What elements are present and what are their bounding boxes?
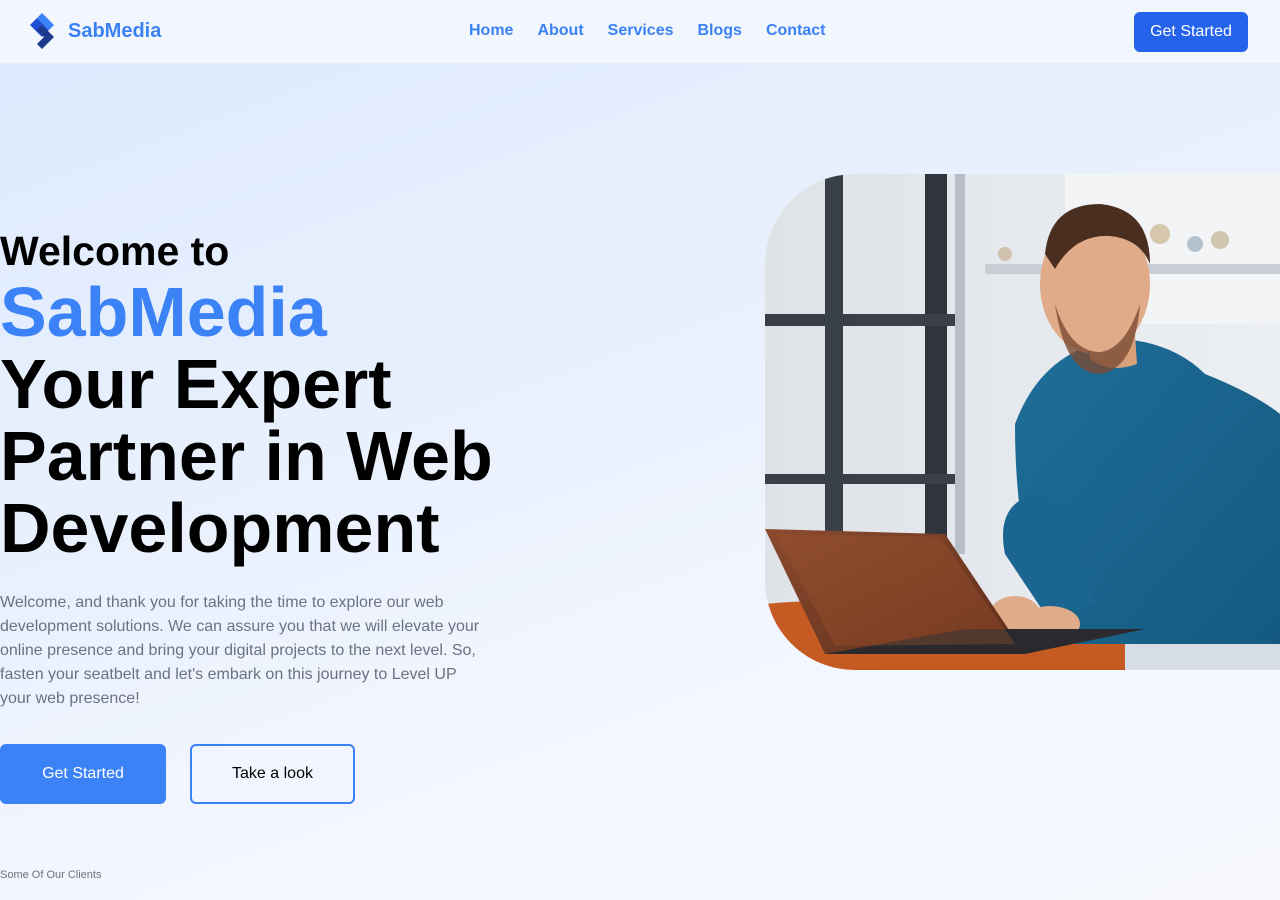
nav-link-home[interactable]: Home [469,20,513,42]
hero-headline-line-3: Development [0,489,440,567]
hero-headline-line-2: Partner in Web [0,417,493,495]
hero-take-a-look-button[interactable]: Take a look [190,744,355,804]
brand-logo-icon [30,13,54,49]
nav-link-about[interactable]: About [537,20,583,42]
clients-label: Some Of Our Clients [0,869,102,881]
nav-get-started-button[interactable]: Get Started [1134,12,1248,52]
hero-title: Welcome to SabMedia Your Expert Partner … [0,226,493,564]
nav-link-blogs[interactable]: Blogs [698,20,742,42]
hero-brand-text: SabMedia [0,273,327,351]
nav-link-contact[interactable]: Contact [766,20,826,42]
brand-name: SabMedia [68,19,162,42]
hero-photo-illustration [765,174,1280,670]
hero-welcome-text: Welcome to [0,228,230,274]
brand[interactable]: SabMedia [28,13,161,49]
nav-links: Home About Services Blogs Contact [469,20,826,42]
hero-description: Welcome, and thank you for taking the ti… [0,594,480,707]
hero-headline-line-1: Your Expert [0,345,392,423]
hero-image [765,174,1280,670]
navbar: SabMedia Home About Services Blogs Conta… [0,0,1280,64]
nav-link-services[interactable]: Services [608,20,674,42]
hero-get-started-button[interactable]: Get Started [0,744,166,804]
